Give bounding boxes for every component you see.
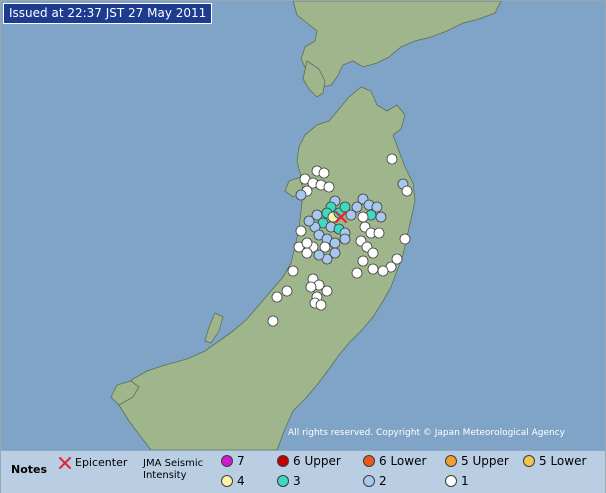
intensity-5-lower-label: 5 Lower xyxy=(539,454,587,468)
site-intensity-1 xyxy=(386,153,398,165)
legend-intensity-4: 4 xyxy=(221,474,245,488)
epicenter-icon xyxy=(59,456,71,469)
issued-timestamp: Issued at 22:37 JST 27 May 2011 xyxy=(3,3,213,24)
site-intensity-1 xyxy=(281,285,293,297)
legend-bar: Notes Epicenter JMA Seismic Intensity 7 … xyxy=(1,450,605,493)
site-intensity-1 xyxy=(401,185,413,197)
intensity-7-swatch xyxy=(221,455,233,467)
site-intensity-1 xyxy=(301,247,313,259)
site-intensity-2 xyxy=(295,189,307,201)
legend-intensity-3: 3 xyxy=(277,474,301,488)
site-intensity-1 xyxy=(315,299,327,311)
site-intensity-1 xyxy=(287,265,299,277)
intensity-6-upper-label: 6 Upper xyxy=(293,454,341,468)
site-intensity-1 xyxy=(367,247,379,259)
site-intensity-2 xyxy=(375,211,387,223)
intensity-4-swatch xyxy=(221,475,233,487)
intensity-4-label: 4 xyxy=(237,474,245,488)
intensity-2-label: 2 xyxy=(379,474,387,488)
legend-intensity-1: 1 xyxy=(445,474,469,488)
legend-intensity-5-upper: 5 Upper xyxy=(445,454,509,468)
intensity-5-lower-swatch xyxy=(523,455,535,467)
epicenter-label: Epicenter xyxy=(75,456,128,469)
notes-label: Notes xyxy=(11,463,48,476)
intensity-2-swatch xyxy=(363,475,375,487)
site-intensity-1 xyxy=(318,167,330,179)
legend-intensity-5-lower: 5 Lower xyxy=(523,454,586,468)
map-frame: Issued at 22:37 JST 27 May 2011 All righ… xyxy=(0,0,606,493)
intensity-title-line2: Intensity xyxy=(143,470,187,481)
site-intensity-2 xyxy=(313,249,325,261)
site-intensity-2 xyxy=(303,215,315,227)
intensity-1-label: 1 xyxy=(461,474,469,488)
intensity-6-lower-label: 6 Lower xyxy=(379,454,427,468)
site-intensity-1 xyxy=(301,237,313,249)
site-intensity-1 xyxy=(357,255,369,267)
site-intensity-1 xyxy=(399,233,411,245)
intensity-6-upper-swatch xyxy=(277,455,289,467)
legend-intensity-6-lower: 6 Lower xyxy=(363,454,426,468)
legend-intensity-2: 2 xyxy=(363,474,387,488)
intensity-5-upper-swatch xyxy=(445,455,457,467)
intensity-6-lower-swatch xyxy=(363,455,375,467)
intensity-title-line1: JMA Seismic xyxy=(143,458,204,469)
intensity-1-swatch xyxy=(445,475,457,487)
site-intensity-2 xyxy=(329,237,341,249)
copyright-notice: All rights reserved. Copyright © Japan M… xyxy=(288,428,565,438)
site-intensity-1 xyxy=(373,227,385,239)
seismic-intensity-map xyxy=(1,1,605,450)
site-intensity-1 xyxy=(367,263,379,275)
site-intensity-2 xyxy=(339,233,351,245)
legend-intensity-6-upper: 6 Upper xyxy=(277,454,341,468)
legend-intensity-7: 7 xyxy=(221,454,245,468)
site-intensity-1 xyxy=(357,211,369,223)
intensity-scale-title: JMA Seismic Intensity xyxy=(143,458,203,482)
intensity-3-swatch xyxy=(277,475,289,487)
site-intensity-1 xyxy=(271,291,283,303)
site-intensity-1 xyxy=(305,281,317,293)
legend-epicenter: Epicenter xyxy=(59,456,127,469)
site-intensity-1 xyxy=(351,267,363,279)
site-intensity-1 xyxy=(295,225,307,237)
site-intensity-1 xyxy=(321,285,333,297)
site-intensity-1 xyxy=(267,315,279,327)
intensity-3-label: 3 xyxy=(293,474,301,488)
site-intensity-1 xyxy=(323,181,335,193)
site-intensity-1 xyxy=(377,265,389,277)
intensity-5-upper-label: 5 Upper xyxy=(461,454,509,468)
intensity-7-label: 7 xyxy=(237,454,245,468)
